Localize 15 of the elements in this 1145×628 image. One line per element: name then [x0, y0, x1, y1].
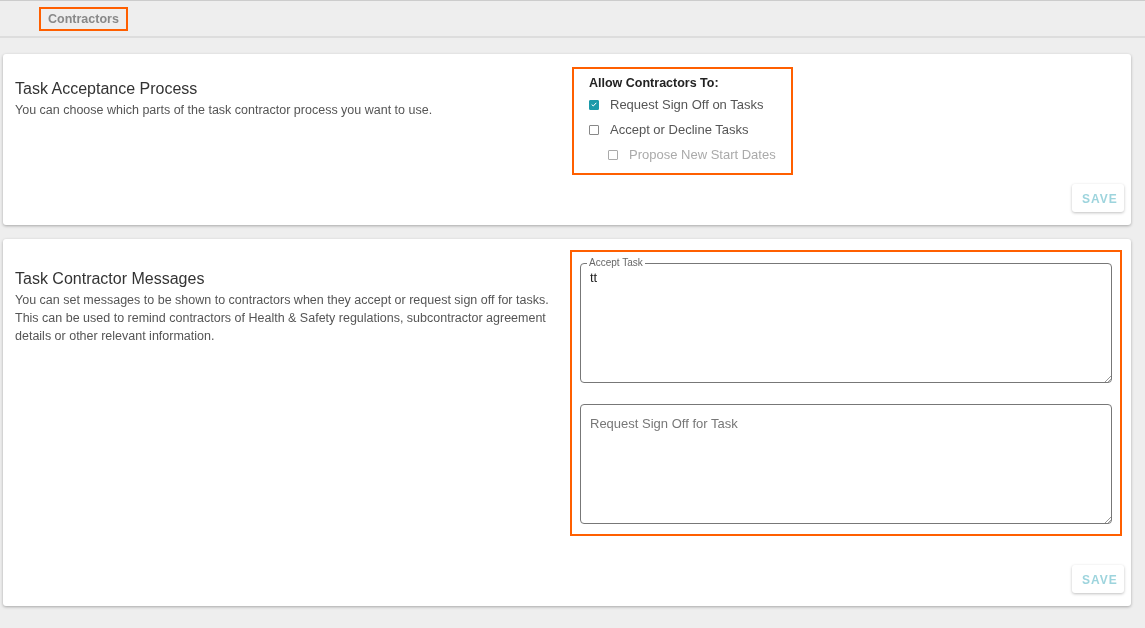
section-title: Task Acceptance Process [15, 80, 199, 98]
checkbox-label: Propose New Start Dates [629, 147, 776, 162]
section-description: You can set messages to be shown to contractors when they accept or request sign off for tasks. This can be used to remind contractors of Health & Safety regulations, subcontractor agreement details or other relevant information. [15, 292, 550, 345]
checkbox-label: Accept or Decline Tasks [610, 122, 749, 137]
field-label: Accept Task [587, 258, 645, 268]
checkbox-label: Request Sign Off on Tasks [610, 97, 764, 112]
options-heading: Allow Contractors To: [589, 76, 720, 90]
resize-grip-icon[interactable] [1104, 516, 1111, 523]
resize-grip-icon[interactable] [1104, 375, 1111, 382]
section-title: Task Contractor Messages [15, 270, 206, 288]
section-description: You can choose which parts of the task contractor process you want to use. [15, 102, 434, 119]
breadcrumb-link[interactable]: Contractors [39, 7, 128, 31]
checkbox[interactable] [589, 99, 599, 110]
message-field[interactable]: Request Sign Off for Task [580, 404, 1112, 524]
checkbox[interactable] [589, 124, 599, 135]
